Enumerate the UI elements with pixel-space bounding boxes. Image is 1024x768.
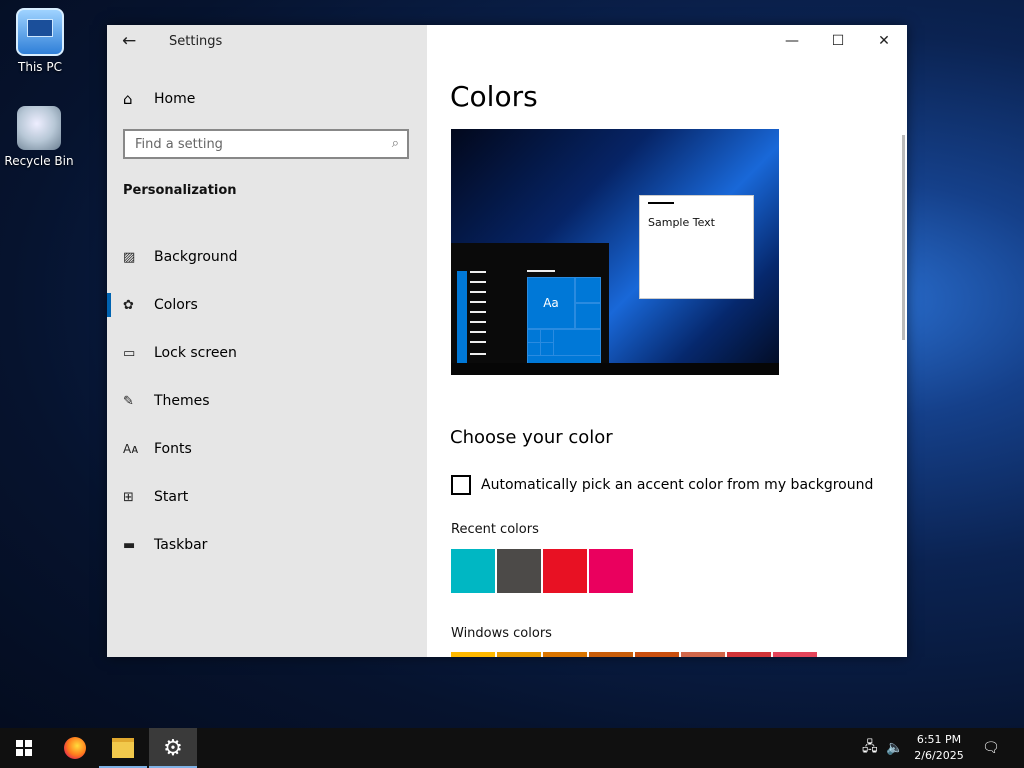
search-input[interactable] bbox=[125, 131, 375, 157]
sidebar-item-taskbar[interactable]: ▬ Taskbar bbox=[107, 521, 427, 569]
preview-tile-header bbox=[527, 270, 555, 272]
color-swatch[interactable] bbox=[681, 652, 725, 657]
taskbar-settings[interactable]: ⚙ bbox=[149, 728, 197, 768]
desktop-icon-label: This PC bbox=[18, 60, 62, 74]
recent-colors-label: Recent colors bbox=[451, 522, 539, 537]
this-pc-icon bbox=[16, 8, 64, 56]
color-swatch[interactable] bbox=[727, 652, 771, 657]
home-link[interactable]: ⌂ Home bbox=[123, 88, 195, 110]
taskbar: ⚙ 🖧 🔈 6:51 PM 2/6/2025 🗨 bbox=[0, 728, 1024, 768]
settings-window: ← Settings ⌂ Home ⌕ Personalization ▨ Ba… bbox=[107, 25, 907, 657]
windows-colors-label: Windows colors bbox=[451, 626, 552, 641]
preview-sample-text: Sample Text bbox=[648, 216, 715, 229]
auto-accent-label: Automatically pick an accent color from … bbox=[481, 477, 874, 493]
network-icon[interactable]: 🖧 bbox=[862, 728, 878, 768]
fonts-icon: Aᴀ bbox=[123, 442, 139, 456]
color-swatch[interactable] bbox=[497, 549, 541, 593]
preview-window-bar bbox=[648, 202, 674, 204]
desktop-icon-recycle-bin[interactable]: Recycle Bin bbox=[0, 106, 79, 168]
preview-tile bbox=[553, 329, 601, 356]
recent-colors bbox=[451, 549, 635, 593]
sidebar-item-label: Fonts bbox=[154, 441, 192, 457]
sidebar-item-fonts[interactable]: Aᴀ Fonts bbox=[107, 425, 427, 473]
desktop-icon-label: Recycle Bin bbox=[4, 154, 74, 168]
auto-accent-option[interactable]: Automatically pick an accent color from … bbox=[451, 475, 873, 495]
home-icon: ⌂ bbox=[123, 90, 133, 108]
color-swatch[interactable] bbox=[589, 549, 633, 593]
preview-tile-label: Aa bbox=[543, 296, 559, 310]
maximize-button[interactable]: ☐ bbox=[815, 25, 861, 57]
minimize-button[interactable]: — bbox=[769, 25, 815, 57]
close-button[interactable]: ✕ bbox=[861, 25, 907, 57]
home-label: Home bbox=[154, 91, 196, 107]
recycle-bin-icon bbox=[17, 106, 61, 150]
main-content: — ☐ ✕ Colors Sample Text Aa Choose your … bbox=[427, 25, 907, 657]
windows-colors bbox=[451, 652, 819, 657]
taskbar-firefox[interactable] bbox=[51, 728, 99, 768]
windows-logo-icon bbox=[16, 740, 32, 756]
preview-tile bbox=[540, 329, 554, 343]
color-swatch[interactable] bbox=[635, 652, 679, 657]
color-swatch[interactable] bbox=[451, 652, 495, 657]
auto-accent-checkbox[interactable] bbox=[451, 475, 471, 495]
clock-time: 6:51 PM bbox=[916, 733, 962, 746]
preview-tile bbox=[540, 342, 554, 356]
color-swatch[interactable] bbox=[773, 652, 817, 657]
folder-icon bbox=[112, 738, 134, 758]
clock-date: 2/6/2025 bbox=[914, 749, 964, 762]
gear-icon: ⚙ bbox=[163, 735, 183, 761]
sidebar-item-label: Lock screen bbox=[154, 345, 237, 361]
firefox-icon bbox=[64, 737, 86, 759]
window-title: Settings bbox=[169, 34, 223, 49]
color-preview: Sample Text Aa bbox=[451, 129, 779, 375]
color-swatch[interactable] bbox=[451, 549, 495, 593]
sidebar-item-label: Colors bbox=[154, 297, 198, 313]
preview-window: Sample Text bbox=[639, 195, 754, 299]
sidebar-item-background[interactable]: ▨ Background bbox=[107, 233, 427, 281]
sidebar-item-label: Themes bbox=[154, 393, 210, 409]
scrollbar[interactable] bbox=[902, 135, 905, 340]
themes-icon: ✎ bbox=[123, 393, 134, 409]
section-heading: Personalization bbox=[123, 183, 237, 198]
volume-icon[interactable]: 🔈 bbox=[886, 728, 903, 768]
preview-tile bbox=[527, 342, 541, 356]
sidebar-nav: ▨ Background ✿ Colors ▭ Lock screen ✎ Th… bbox=[107, 233, 427, 569]
taskbar-icon: ▬ bbox=[123, 537, 136, 553]
sidebar-item-start[interactable]: ⊞ Start bbox=[107, 473, 427, 521]
color-swatch[interactable] bbox=[543, 549, 587, 593]
preview-tile bbox=[575, 303, 601, 329]
color-swatch[interactable] bbox=[543, 652, 587, 657]
sidebar-item-label: Start bbox=[154, 489, 189, 505]
preview-tile bbox=[575, 277, 601, 303]
sidebar: ← Settings ⌂ Home ⌕ Personalization ▨ Ba… bbox=[107, 25, 427, 657]
sidebar-item-label: Taskbar bbox=[154, 537, 208, 553]
back-button[interactable]: ← bbox=[122, 31, 142, 51]
sidebar-item-label: Background bbox=[154, 249, 238, 265]
clock[interactable]: 6:51 PM 2/6/2025 bbox=[908, 732, 970, 764]
page-title: Colors bbox=[450, 80, 538, 113]
search-icon[interactable]: ⌕ bbox=[392, 136, 399, 151]
sidebar-item-themes[interactable]: ✎ Themes bbox=[107, 377, 427, 425]
preview-tile bbox=[527, 329, 541, 343]
lock-screen-icon: ▭ bbox=[123, 345, 136, 361]
search-box: ⌕ bbox=[123, 129, 409, 159]
start-button[interactable] bbox=[0, 728, 48, 768]
sidebar-item-colors[interactable]: ✿ Colors bbox=[107, 281, 427, 329]
back-arrow-icon: ← bbox=[122, 31, 137, 51]
preview-taskbar bbox=[451, 363, 779, 375]
preview-start-stripe bbox=[457, 271, 467, 363]
picture-icon: ▨ bbox=[123, 249, 136, 265]
desktop-icon-this-pc[interactable]: This PC bbox=[0, 8, 80, 74]
color-swatch[interactable] bbox=[497, 652, 541, 657]
taskbar-file-explorer[interactable] bbox=[99, 728, 147, 768]
sidebar-item-lock-screen[interactable]: ▭ Lock screen bbox=[107, 329, 427, 377]
palette-icon: ✿ bbox=[123, 297, 134, 313]
preview-tile-large: Aa bbox=[527, 277, 575, 329]
choose-color-heading: Choose your color bbox=[450, 427, 613, 448]
notifications-icon[interactable]: 🗨 bbox=[982, 728, 1000, 768]
color-swatch[interactable] bbox=[589, 652, 633, 657]
start-icon: ⊞ bbox=[123, 489, 134, 505]
